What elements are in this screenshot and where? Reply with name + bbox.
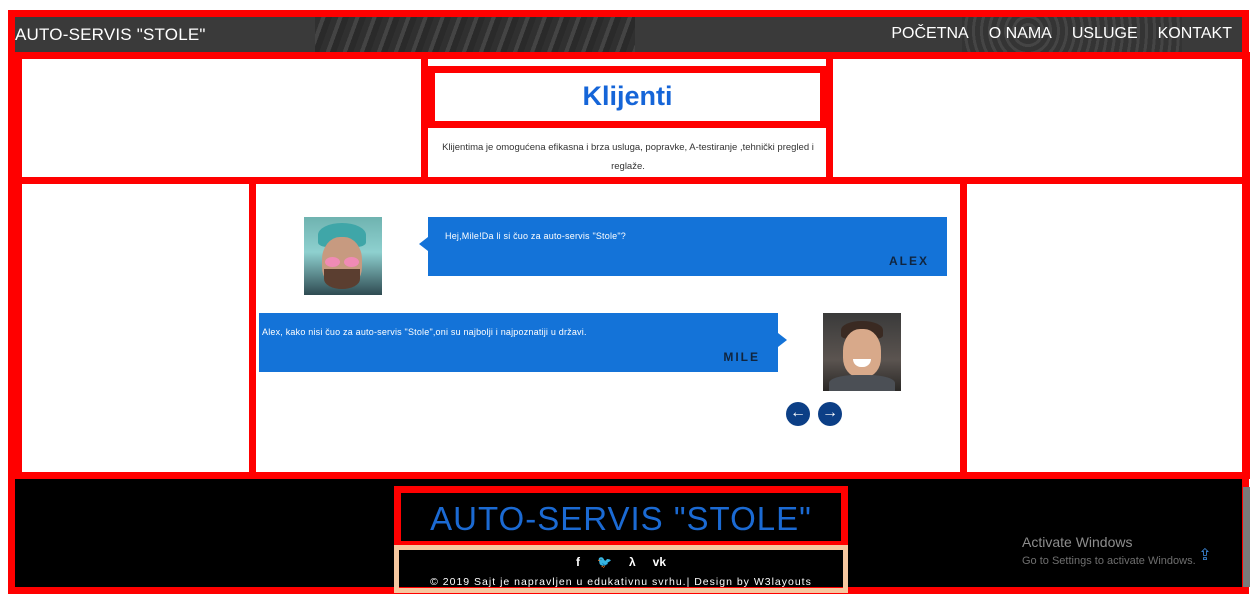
header-left-box: [15, 52, 428, 184]
brand-logo-link[interactable]: AUTO-SERVIS "STOLE": [15, 25, 206, 45]
rss-icon[interactable]: λ: [629, 555, 636, 569]
main-nav: POČETNA O NAMA USLUGE KONTAKT: [891, 25, 1232, 43]
testimonial-author: ALEX: [888, 254, 929, 268]
testimonial-bubble-alex: Hej,Mile!Da li si čuo za auto-servis "St…: [419, 217, 947, 276]
facebook-icon[interactable]: f: [576, 555, 580, 569]
testimonial-author: MILE: [723, 350, 760, 364]
copyright-text: © 2019 Sajt je napravljen u edukativnu s…: [430, 576, 812, 588]
header-right-box: [826, 52, 1250, 184]
nav-link-usluge[interactable]: USLUGE: [1072, 25, 1138, 43]
arrow-right-icon[interactable]: →: [818, 402, 842, 426]
footer-title: AUTO-SERVIS "STOLE": [430, 500, 812, 537]
avatar-alex: [304, 217, 382, 295]
testimonial-bubble-mile: Alex, kako nisi čuo za auto-servis "Stol…: [259, 313, 787, 372]
arrow-left-icon[interactable]: ←: [786, 402, 810, 426]
nav-link-pocetna[interactable]: POČETNA: [891, 25, 968, 43]
social-links: f 🐦 λ vk: [394, 555, 848, 569]
section-description: Klijentima je omogućena efikasna i brza …: [442, 142, 814, 172]
section-title: Klijenti: [582, 81, 673, 111]
testimonial-message: Hej,Mile!Da li si čuo za auto-servis "St…: [445, 231, 626, 241]
nav-link-o-nama[interactable]: O NAMA: [989, 25, 1052, 43]
activate-windows-title: Activate Windows: [1022, 534, 1133, 550]
navbar-texture: [315, 17, 635, 52]
nav-link-kontakt[interactable]: KONTAKT: [1158, 25, 1232, 43]
scrollbar[interactable]: [1243, 487, 1250, 587]
content-right-box: [960, 177, 1250, 479]
top-navbar: AUTO-SERVIS "STOLE" POČETNA O NAMA USLUG…: [15, 17, 1242, 52]
testimonial-message: Alex, kako nisi čuo za auto-servis "Stol…: [262, 327, 587, 337]
vk-icon[interactable]: vk: [653, 555, 666, 569]
avatar-mile: [823, 313, 901, 391]
twitter-icon[interactable]: 🐦: [597, 555, 612, 569]
share-icon[interactable]: ⇪: [1193, 544, 1217, 568]
activate-windows-subtitle: Go to Settings to activate Windows.: [1022, 555, 1196, 567]
content-left-box: [15, 177, 256, 479]
